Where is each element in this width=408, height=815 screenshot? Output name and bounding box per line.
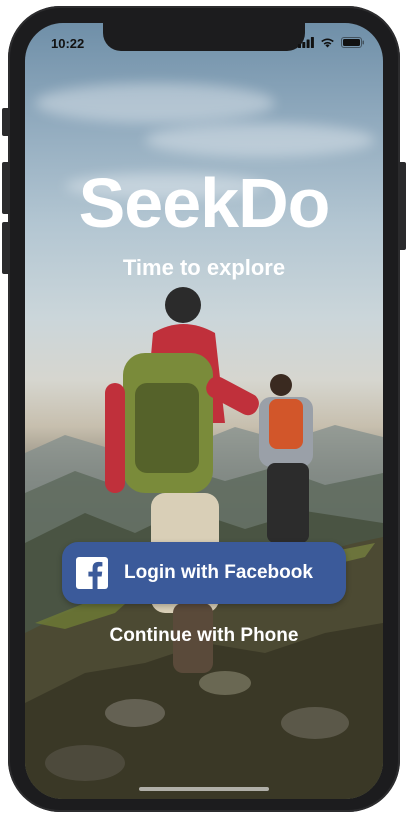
app-title: SeekDo: [78, 164, 331, 242]
app-tagline: Time to explore: [122, 255, 286, 280]
volume-up-button: [2, 162, 10, 214]
facebook-logo-icon: [76, 557, 108, 589]
device-notch: [103, 23, 305, 51]
home-indicator[interactable]: [139, 787, 269, 791]
facebook-login-button[interactable]: Login with Facebook: [62, 542, 346, 604]
facebook-login-label: Login with Facebook: [124, 562, 313, 583]
power-button: [398, 162, 406, 250]
continue-with-phone-button[interactable]: Continue with Phone: [25, 625, 383, 647]
hiker-figure: [259, 374, 313, 543]
status-bar-icons: [298, 37, 365, 48]
hiking-background-image: [25, 287, 383, 799]
battery-icon: [341, 37, 364, 48]
cellular-signal-icon: [298, 37, 314, 48]
mute-switch: [2, 108, 10, 136]
status-bar-time: 10:22: [51, 36, 85, 51]
volume-down-button: [2, 222, 10, 274]
app-screen: 10:22 SeekDo Time to explore Login with …: [25, 23, 383, 799]
wifi-icon: [321, 38, 334, 48]
